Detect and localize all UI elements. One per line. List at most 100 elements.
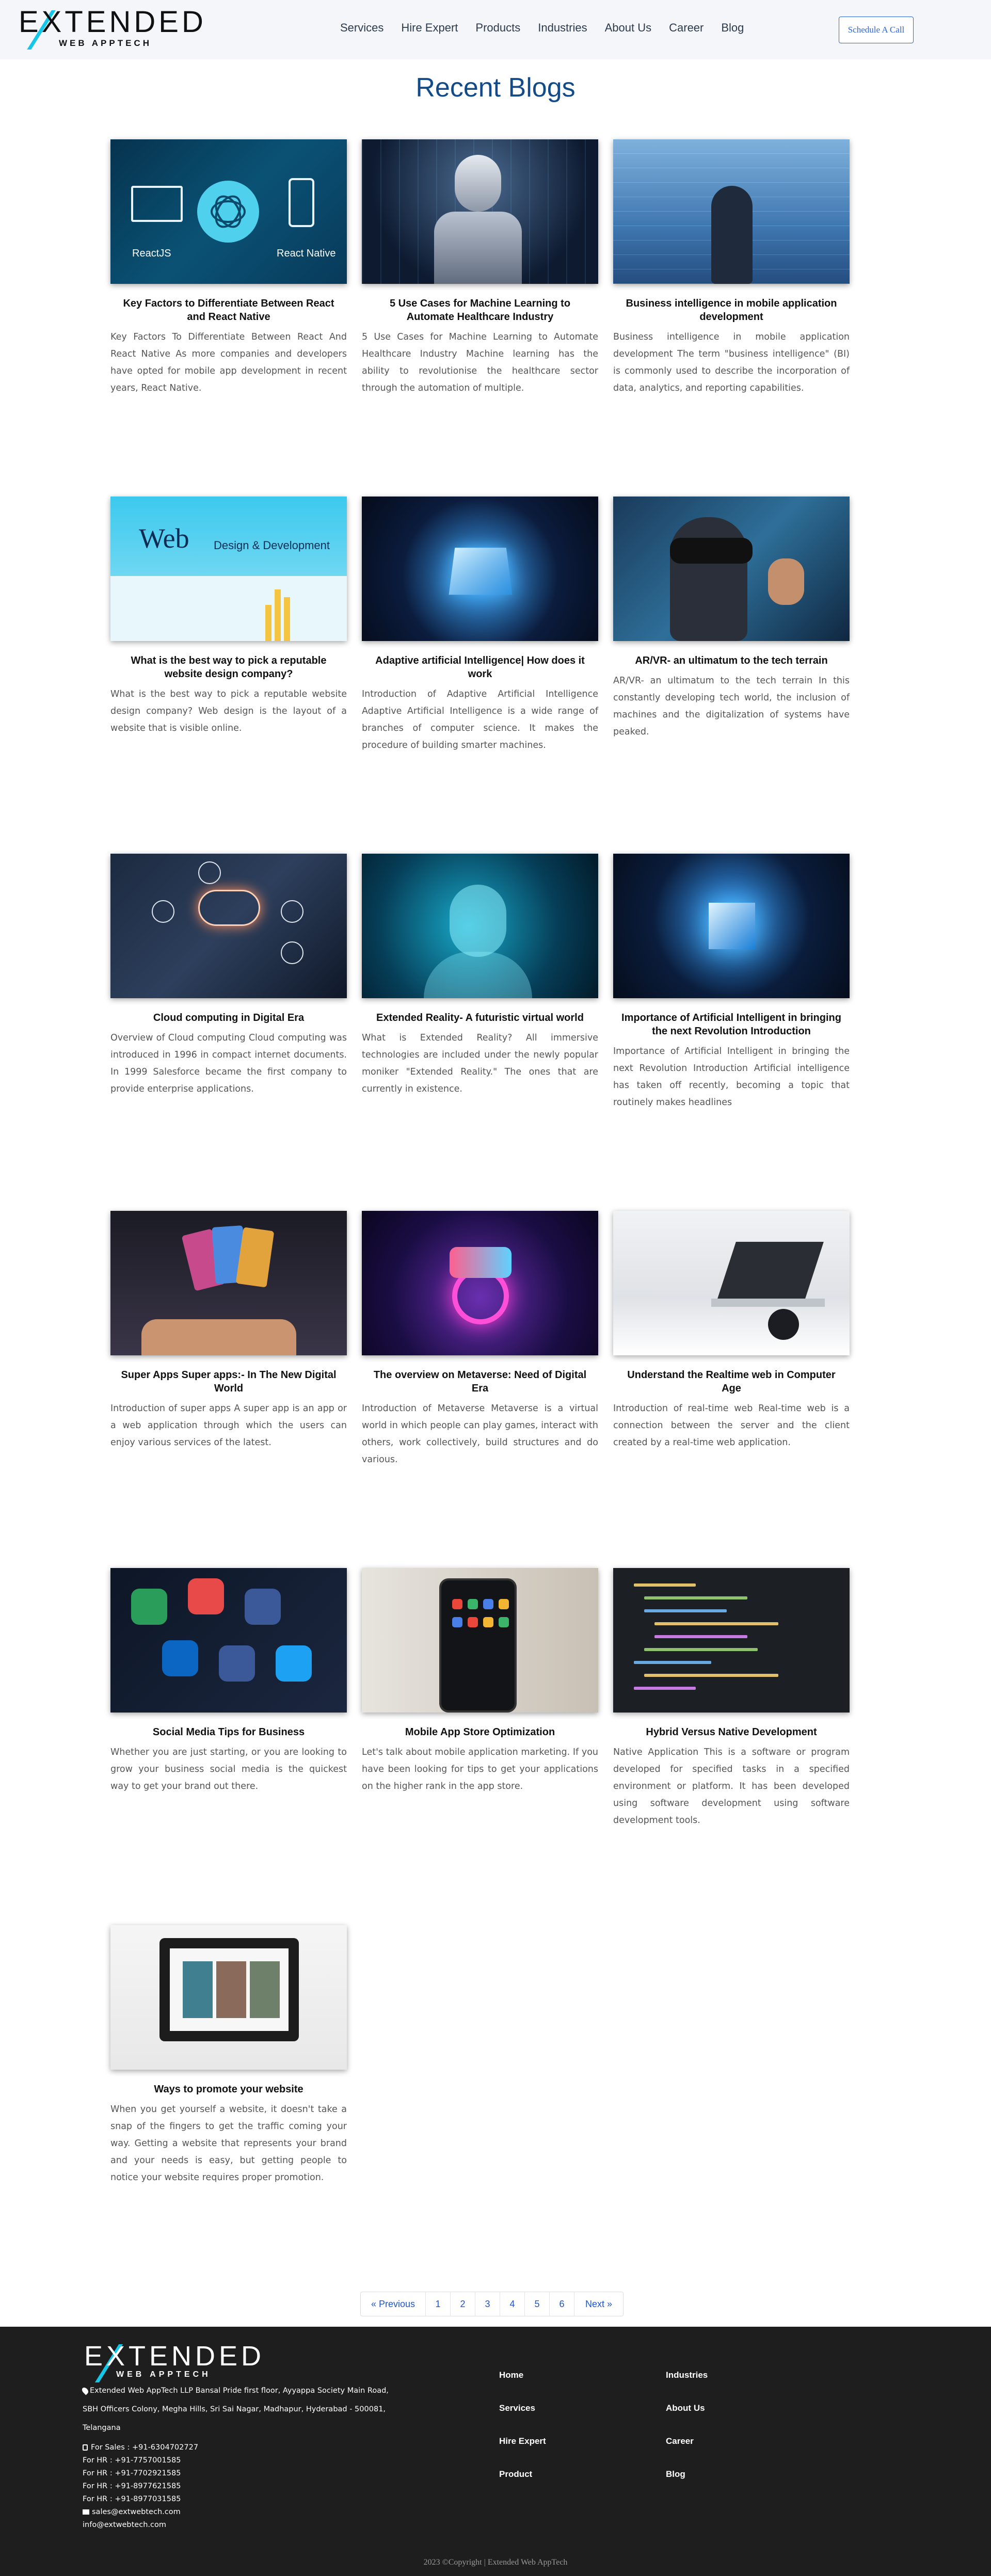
schedule-call-button[interactable]: Schedule A Call <box>839 17 914 43</box>
contact-hr[interactable]: For HR : +91-7757001585 <box>83 2454 198 2467</box>
site-footer: EXTENDED WEB APPTECH Extended Web AppTec… <box>0 2327 991 2576</box>
footer-link-career[interactable]: Career <box>666 2435 708 2447</box>
blog-title[interactable]: Importance of Artificial Intelligent in … <box>613 1011 850 1038</box>
blog-title[interactable]: The overview on Metaverse: Need of Digit… <box>362 1368 598 1395</box>
blog-thumbnail[interactable] <box>110 1568 347 1713</box>
blog-title[interactable]: Cloud computing in Digital Era <box>110 1011 347 1025</box>
nav-career[interactable]: Career <box>669 21 704 35</box>
code-line <box>634 1583 696 1587</box>
monitor-icon <box>131 186 183 222</box>
pagination-page-3[interactable]: 3 <box>475 2292 500 2316</box>
blog-card[interactable]: Super Apps Super apps:- In The New Digit… <box>110 1211 347 1568</box>
blog-thumbnail[interactable]: ReactJS React Native <box>110 139 347 284</box>
blog-title[interactable]: Social Media Tips for Business <box>110 1725 347 1739</box>
blog-thumbnail[interactable] <box>613 854 850 998</box>
blog-card[interactable]: Ways to promote your website When you ge… <box>110 1925 347 2282</box>
pagination-page-2[interactable]: 2 <box>451 2292 475 2316</box>
main-nav: Services Hire Expert Products Industries… <box>340 21 761 35</box>
blog-title[interactable]: Mobile App Store Optimization <box>362 1725 598 1739</box>
blog-title[interactable]: Key Factors to Differentiate Between Rea… <box>110 297 347 324</box>
blog-excerpt: Native Application This is a software or… <box>613 1747 850 1826</box>
thumbnail-label-react-native: React Native <box>277 248 336 259</box>
blog-thumbnail[interactable]: Web Design & Development <box>110 497 347 641</box>
app-icon <box>245 1589 281 1625</box>
hand-figure <box>768 558 804 605</box>
blog-card[interactable]: 5 Use Cases for Machine Learning to Auto… <box>362 139 598 497</box>
footer-link-industries[interactable]: Industries <box>666 2369 708 2381</box>
footer-link-blog[interactable]: Blog <box>666 2468 708 2481</box>
nav-blog[interactable]: Blog <box>721 21 744 35</box>
pagination-page-5[interactable]: 5 <box>525 2292 550 2316</box>
blog-thumbnail[interactable] <box>110 1211 347 1355</box>
blog-card[interactable]: Extended Reality- A futuristic virtual w… <box>362 854 598 1211</box>
blog-card[interactable]: AR/VR- an ultimatum to the tech terrain … <box>613 497 850 854</box>
app-icon <box>131 1589 167 1625</box>
footer-link-services[interactable]: Services <box>499 2402 546 2414</box>
contact-hr[interactable]: For HR : +91-8977621585 <box>83 2480 198 2493</box>
blog-thumbnail[interactable] <box>613 1568 850 1713</box>
blog-card[interactable]: Mobile App Store Optimization Let's talk… <box>362 1568 598 1925</box>
blog-title[interactable]: 5 Use Cases for Machine Learning to Auto… <box>362 297 598 324</box>
email-sales[interactable]: sales@extwebtech.com <box>92 2508 181 2516</box>
blog-title[interactable]: Business intelligence in mobile applicat… <box>613 297 850 324</box>
pagination-next[interactable]: Next » <box>574 2292 623 2316</box>
blog-thumbnail[interactable] <box>362 139 598 284</box>
blog-card[interactable]: Web Design & Development What is the bes… <box>110 497 347 854</box>
nav-about-us[interactable]: About Us <box>605 21 652 35</box>
blog-title[interactable]: Hybrid Versus Native Development <box>613 1725 850 1739</box>
blog-card[interactable]: Understand the Realtime web in Computer … <box>613 1211 850 1568</box>
contact-sales[interactable]: For Sales : +91-6304702727 <box>91 2443 198 2452</box>
code-line <box>644 1674 778 1677</box>
nav-services[interactable]: Services <box>340 21 383 35</box>
email-info[interactable]: info@extwebtech.com <box>83 2519 198 2532</box>
location-pin-icon <box>81 2386 90 2395</box>
pagination-previous[interactable]: « Previous <box>361 2292 426 2316</box>
blog-card[interactable]: Business intelligence in mobile applicat… <box>613 139 850 497</box>
blog-excerpt: When you get yourself a website, it does… <box>110 2104 347 2183</box>
pagination-page-6[interactable]: 6 <box>550 2292 574 2316</box>
app-icon <box>483 1599 493 1609</box>
blog-title[interactable]: Extended Reality- A futuristic virtual w… <box>362 1011 598 1025</box>
blog-thumbnail[interactable] <box>362 1568 598 1713</box>
footer-link-product[interactable]: Product <box>499 2468 546 2481</box>
blog-thumbnail[interactable] <box>362 1211 598 1355</box>
blog-card[interactable]: Importance of Artificial Intelligent in … <box>613 854 850 1211</box>
blog-card[interactable]: Hybrid Versus Native Development Native … <box>613 1568 850 1925</box>
code-line <box>634 1661 711 1664</box>
blog-title[interactable]: Super Apps Super apps:- In The New Digit… <box>110 1368 347 1395</box>
contact-hr[interactable]: For HR : +91-7702921585 <box>83 2467 198 2480</box>
blog-card[interactable]: The overview on Metaverse: Need of Digit… <box>362 1211 598 1568</box>
blog-card[interactable]: Cloud computing in Digital Era Overview … <box>110 854 347 1211</box>
site-header: EXTENDED WEB APPTECH Services Hire Exper… <box>0 0 991 59</box>
blog-thumbnail[interactable] <box>362 497 598 641</box>
footer-link-hire-expert[interactable]: Hire Expert <box>499 2435 546 2447</box>
footer-logo[interactable]: EXTENDED WEB APPTECH <box>84 2341 261 2382</box>
footer-link-about-us[interactable]: About Us <box>666 2402 708 2414</box>
footer-links-col2: Industries About Us Career Blog <box>666 2369 708 2501</box>
blog-thumbnail[interactable] <box>110 1925 347 2070</box>
site-logo[interactable]: EXTENDED WEB APPTECH <box>19 6 203 51</box>
blog-thumbnail[interactable] <box>613 139 850 284</box>
nav-industries[interactable]: Industries <box>538 21 587 35</box>
code-line <box>654 1622 778 1625</box>
blog-card[interactable]: ReactJS React Native Key Factors to Diff… <box>110 139 347 497</box>
thumbnail-label-design: Design & Development <box>214 539 330 552</box>
footer-link-home[interactable]: Home <box>499 2369 546 2381</box>
blog-title[interactable]: Ways to promote your website <box>110 2083 347 2096</box>
nav-hire-expert[interactable]: Hire Expert <box>401 21 458 35</box>
pagination-page-1[interactable]: 1 <box>426 2292 451 2316</box>
blog-card[interactable]: Adaptive artificial Intelligence| How do… <box>362 497 598 854</box>
blog-thumbnail[interactable] <box>362 854 598 998</box>
blog-title[interactable]: What is the best way to pick a reputable… <box>110 654 347 681</box>
blog-thumbnail[interactable] <box>613 1211 850 1355</box>
blog-title[interactable]: Understand the Realtime web in Computer … <box>613 1368 850 1395</box>
blog-thumbnail[interactable] <box>110 854 347 998</box>
nav-products[interactable]: Products <box>475 21 520 35</box>
blog-title[interactable]: Adaptive artificial Intelligence| How do… <box>362 654 598 681</box>
blog-title[interactable]: AR/VR- an ultimatum to the tech terrain <box>613 654 850 667</box>
blog-card[interactable]: Social Media Tips for Business Whether y… <box>110 1568 347 1925</box>
hologram-shoulders <box>424 952 532 998</box>
contact-hr[interactable]: For HR : +91-8977031585 <box>83 2493 198 2506</box>
pagination-page-4[interactable]: 4 <box>500 2292 525 2316</box>
blog-thumbnail[interactable] <box>613 497 850 641</box>
